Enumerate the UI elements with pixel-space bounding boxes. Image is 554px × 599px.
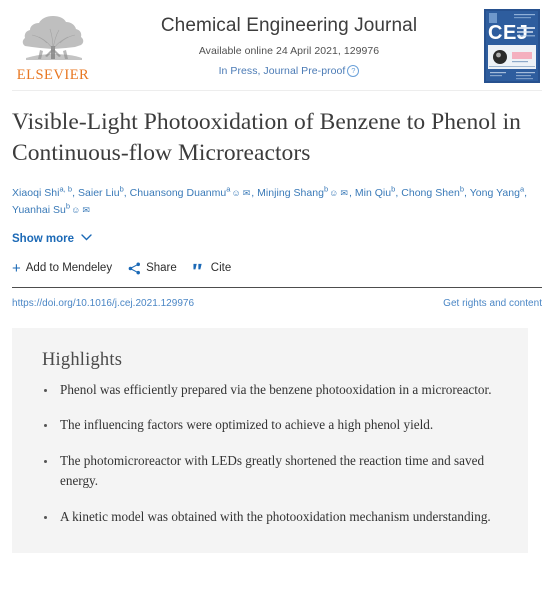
author-affiliation: b — [323, 184, 329, 193]
list-item: A kinetic model was obtained with the ph… — [38, 507, 502, 528]
cite-button[interactable]: Cite — [193, 262, 231, 274]
author-name: Min Qiu — [354, 186, 392, 199]
article-page: ELSEVIER Chemical Engineering Journal Av… — [0, 0, 554, 599]
author-separator: , — [251, 186, 255, 199]
author-separator: , — [395, 186, 399, 199]
envelope-icon[interactable]: ✉ — [82, 203, 90, 218]
journal-cover-thumbnail[interactable]: CEJ — [484, 9, 540, 88]
elsevier-wordmark: ELSEVIER — [16, 67, 90, 83]
meta-divider — [12, 286, 542, 288]
highlights-panel: Highlights Phenol was efficiently prepar… — [12, 327, 528, 554]
author-separator: , — [524, 186, 528, 199]
author-separator: , — [348, 186, 352, 199]
cite-label: Cite — [210, 262, 232, 274]
person-icon[interactable]: ☺ — [71, 203, 80, 218]
author-item[interactable]: Yong Yanga — [469, 185, 524, 199]
page-title: Visible-Light Photooxidation of Benzene … — [12, 109, 521, 167]
author-item[interactable]: Minjing Shangb — [257, 184, 329, 199]
get-rights-and-content-link[interactable]: Get rights and content — [443, 298, 542, 309]
author-name: Yuanhai Su — [12, 203, 66, 216]
author-name: Saier Liu — [77, 186, 120, 199]
question-mark-circle-icon[interactable]: ? — [347, 64, 360, 77]
quote-marks-icon — [193, 263, 206, 274]
share-nodes-icon — [128, 262, 141, 275]
journal-info: Chemical Engineering Journal Available o… — [94, 6, 484, 77]
doi-row: https://doi.org/10.1016/j.cej.2021.12997… — [12, 298, 542, 309]
press-status: In Press, Journal Pre-proof? — [94, 64, 484, 77]
plus-icon: + — [12, 259, 21, 277]
add-to-mendeley-button[interactable]: + Add to Mendeley — [12, 261, 112, 276]
author-separator: , — [464, 186, 467, 199]
article-meta: Visible-Light Photooxidation of Benzene … — [0, 107, 554, 276]
envelope-icon[interactable]: ✉ — [243, 186, 251, 201]
author-affiliation: a, b — [59, 184, 73, 193]
author-name: Minjing Shang — [257, 186, 324, 199]
author-name: Yong Yang — [469, 186, 520, 199]
author-item[interactable]: Yuanhai Sub — [12, 201, 71, 216]
list-item: The influencing factors were optimized t… — [38, 415, 502, 436]
elsevier-logo[interactable]: ELSEVIER — [12, 6, 94, 84]
doi-section: https://doi.org/10.1016/j.cej.2021.12997… — [0, 298, 554, 309]
list-item: The photomicroreactor with LEDs greatly … — [38, 451, 502, 492]
press-status-label: In Press, Journal Pre-proof — [218, 64, 346, 77]
author-item[interactable]: Min Qiub — [354, 185, 396, 199]
person-icon[interactable]: ☺ — [329, 186, 338, 201]
envelope-icon[interactable]: ✉ — [340, 186, 348, 201]
author-separator: , — [123, 186, 127, 199]
author-item[interactable]: Xiaoqi Shia, b — [12, 184, 73, 199]
journal-title[interactable]: Chemical Engineering Journal — [94, 14, 484, 38]
author-name: Xiaoqi Shi — [12, 186, 60, 199]
share-label: Share — [146, 262, 177, 274]
highlights-heading: Highlights — [42, 349, 123, 370]
author-item[interactable]: Saier Liub — [77, 185, 124, 199]
header-divider — [12, 90, 542, 91]
author-name: Chuansong Duanmu — [129, 186, 227, 199]
chevron-down-icon — [81, 232, 92, 244]
list-item: Phenol was efficiently prepared via the … — [38, 380, 502, 401]
article-actions: + Add to Mendeley Share Cite — [12, 261, 542, 276]
show-more-label: Show more — [12, 232, 74, 245]
show-more-button[interactable]: Show more — [12, 232, 92, 245]
author-affiliation: a — [226, 184, 231, 193]
journal-header: ELSEVIER Chemical Engineering Journal Av… — [0, 0, 554, 84]
person-icon[interactable]: ☺ — [232, 186, 241, 201]
author-name: Chong Shen — [401, 186, 460, 199]
author-list: Xiaoqi Shia, b, Saier Liub, Chuansong Du… — [12, 185, 542, 219]
highlights-list: Phenol was efficiently prepared via the … — [38, 380, 502, 528]
add-to-mendeley-label: Add to Mendeley — [25, 262, 113, 274]
author-item[interactable]: Chuansong Duanmua — [129, 184, 231, 199]
doi-link[interactable]: https://doi.org/10.1016/j.cej.2021.12997… — [12, 298, 194, 309]
share-button[interactable]: Share — [128, 262, 177, 275]
elsevier-tree-icon — [22, 16, 84, 60]
author-separator: , — [72, 186, 76, 199]
journal-cover-image: CEJ — [484, 9, 540, 83]
availability-text: Available online 24 April 2021, 129976 — [198, 44, 380, 57]
author-affiliation: b — [65, 201, 71, 210]
author-item[interactable]: Chong Shenb — [401, 185, 464, 199]
